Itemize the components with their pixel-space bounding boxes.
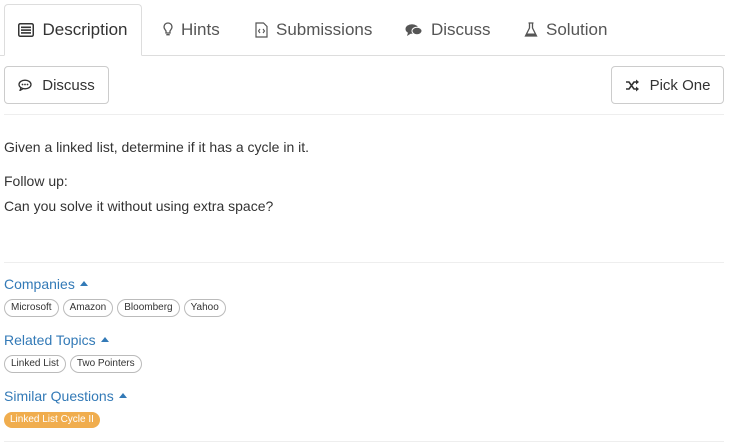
company-tag[interactable]: Yahoo [183,299,226,317]
divider [4,114,724,115]
follow-up-title: Follow up: [4,173,68,189]
tab-label: Hints [181,19,220,39]
tab-label: Submissions [276,19,373,39]
tab-solution[interactable]: Solution [524,4,607,55]
topic-tags: Linked List Two Pointers [4,355,142,373]
discuss-button-label: Discuss [42,76,95,94]
tab-label: Discuss [431,19,491,39]
tab-label: Description [42,20,128,39]
company-tag[interactable]: Amazon [62,299,114,317]
similar-questions-title: Similar Questions [4,388,114,404]
tab-description[interactable]: Description [4,4,142,56]
company-tag[interactable]: Microsoft [4,299,59,317]
pick-one-button[interactable]: Pick One [611,66,724,104]
lightbulb-icon [163,22,173,37]
caret-up-icon [118,393,127,398]
tab-hints[interactable]: Hints [163,4,220,55]
tab-submissions[interactable]: Submissions [255,4,372,55]
similar-questions-toggle[interactable]: Similar Questions [4,388,127,404]
follow-up-text: Can you solve it without using extra spa… [4,198,274,214]
divider [4,262,724,263]
topic-tag[interactable]: Two Pointers [69,355,142,373]
discuss-button[interactable]: Discuss [4,66,109,104]
company-tags: Microsoft Amazon Bloomberg Yahoo [4,299,226,317]
caret-up-icon [100,337,109,342]
description-icon [18,23,35,37]
code-file-icon [255,21,268,38]
related-topics-title: Related Topics [4,332,96,348]
similar-question-tag[interactable]: Linked List Cycle II [4,412,100,428]
companies-toggle[interactable]: Companies [4,276,88,292]
tab-discuss[interactable]: Discuss [405,4,491,55]
problem-tabs: Description Hints Submissions Discuss So… [0,0,725,56]
problem-statement: Given a linked list, determine if it has… [4,139,310,155]
company-tag[interactable]: Bloomberg [117,299,180,317]
related-topics-toggle[interactable]: Related Topics [4,332,109,348]
similar-question-tags: Linked List Cycle II [4,412,100,428]
pick-one-button-label: Pick One [649,76,711,94]
caret-up-icon [79,281,88,286]
divider [4,441,724,442]
shuffle-icon [625,79,640,92]
comments-icon [405,23,423,37]
tab-label: Solution [546,19,608,39]
topic-tag[interactable]: Linked List [4,355,66,373]
flask-icon [524,21,538,38]
comment-icon [18,79,32,91]
companies-title: Companies [4,276,75,292]
